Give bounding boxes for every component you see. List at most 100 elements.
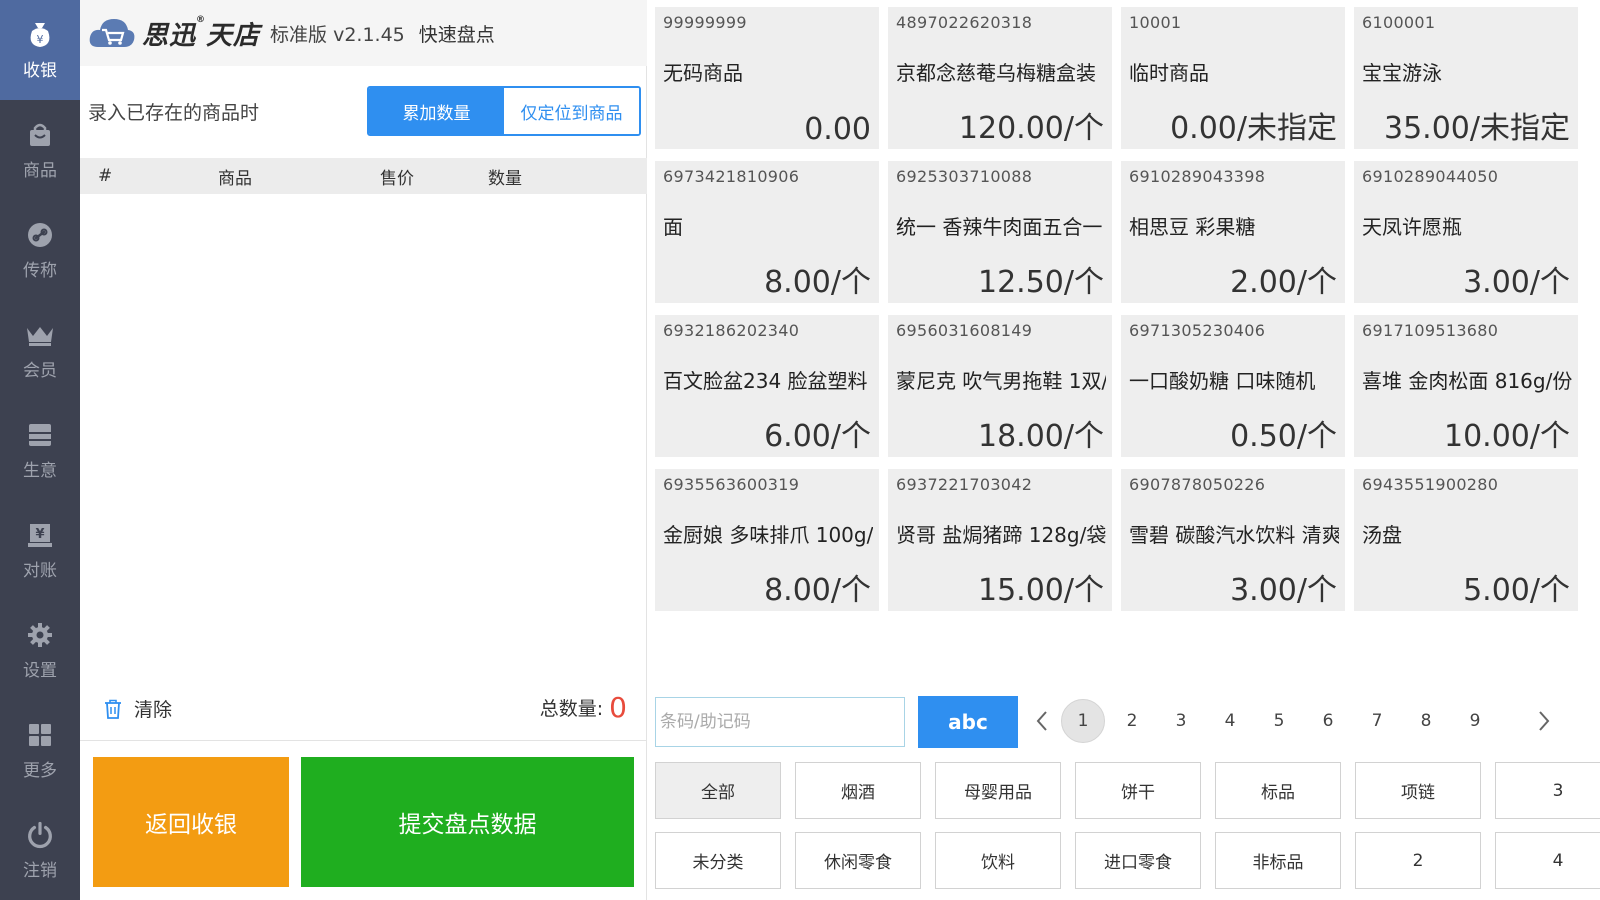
product-card[interactable]: 6935563600319 金厨娘 多味排爪 100g/8.00/个 <box>655 469 879 611</box>
product-code: 6937221703042 <box>896 475 1033 494</box>
page-button[interactable]: 1 <box>1061 699 1105 743</box>
category-button[interactable]: 烟酒 <box>795 762 921 819</box>
product-price: 120.00/个 <box>958 111 1104 146</box>
product-card[interactable]: 10001 临时商品 0.00/未指定 <box>1121 7 1345 149</box>
product-picker: 99999999 无码商品 0.00 4897022620318 京都念慈菴乌梅糖盒装 1… <box>647 0 1600 900</box>
product-price: 6.00/个 <box>764 419 871 454</box>
product-card[interactable]: 6917109513680 喜堆 金肉松面 816g/份 10.00/个 <box>1354 315 1578 457</box>
product-name: 宝宝游泳 <box>1362 61 1442 85</box>
entry-mode-row: 录入已存在的商品时 累加数量 仅定位到商品 <box>88 86 641 136</box>
category-button[interactable]: 母婴用品 <box>935 762 1061 819</box>
keyboard-abc-button[interactable]: abc <box>918 696 1018 748</box>
category-button[interactable]: 项链 <box>1355 762 1481 819</box>
product-card[interactable]: 6910289044050 天凤许愿瓶 3.00/个 <box>1354 161 1578 303</box>
sidebar-item-label: 对账 <box>23 560 57 581</box>
sidebar-item-reconcile[interactable]: ¥ 对账 <box>0 500 80 600</box>
page-button[interactable]: 5 <box>1257 699 1301 743</box>
clear-button[interactable]: 清除 <box>102 695 172 722</box>
product-name: 喜堆 金肉松面 816g/份 <box>1362 369 1572 393</box>
total-label: 总数量: <box>539 698 604 720</box>
entry-mode-toggle: 累加数量 仅定位到商品 <box>367 86 641 136</box>
product-card[interactable]: 6925303710088 统一 香辣牛肉面五合一 12.50/个 <box>888 161 1112 303</box>
page-title: 快速盘点 <box>418 23 495 46</box>
category-button[interactable]: 进口零食 <box>1075 832 1201 889</box>
product-name: 雪碧 碳酸汽水饮料 清爽 <box>1129 523 1339 547</box>
product-card[interactable]: 6910289043398 相思豆 彩果糖 2.00/个 <box>1121 161 1345 303</box>
product-card[interactable]: 6932186202340 百文脸盆234 脸盆塑料 6.00/个 <box>655 315 879 457</box>
sidebar-item-scale[interactable]: 传称 <box>0 200 80 300</box>
product-card[interactable]: 6100001 宝宝游泳 35.00/未指定 <box>1354 7 1578 149</box>
page-button[interactable]: 8 <box>1404 699 1448 743</box>
product-price: 5.00/个 <box>1463 573 1570 608</box>
product-price: 2.00/个 <box>1230 265 1337 300</box>
category-button[interactable]: 标品 <box>1215 762 1341 819</box>
sidebar-item-label: 生意 <box>23 460 57 481</box>
total-quantity: 总数量: 0 <box>540 691 627 724</box>
category-button[interactable]: 4 <box>1495 832 1600 889</box>
category-button[interactable]: 饼干 <box>1075 762 1201 819</box>
sidebar-item-cashier[interactable]: ¥ 收银 <box>0 0 80 100</box>
category-button[interactable]: 全部 <box>655 762 781 819</box>
category-button[interactable]: 非标品 <box>1215 832 1341 889</box>
product-card[interactable]: 6973421810906 面 8.00/个 <box>655 161 879 303</box>
product-code: 6910289044050 <box>1362 167 1499 186</box>
product-name: 一口酸奶糖 口味随机 <box>1129 369 1316 393</box>
business-book-icon <box>25 420 55 450</box>
category-button[interactable]: 3 <box>1495 762 1600 819</box>
next-page-chevron-icon[interactable] <box>1529 699 1559 743</box>
page-button[interactable]: 3 <box>1159 699 1203 743</box>
page-button[interactable]: 6 <box>1306 699 1350 743</box>
product-code: 6971305230406 <box>1129 321 1266 340</box>
sidebar-item-logout[interactable]: 注销 <box>0 800 80 900</box>
sidebar-item-products[interactable]: 商品 <box>0 100 80 200</box>
page-button[interactable]: 7 <box>1355 699 1399 743</box>
submit-stocktake-button[interactable]: 提交盘点数据 <box>301 757 634 887</box>
product-price: 12.50/个 <box>978 265 1104 300</box>
barcode-search-input[interactable] <box>655 697 905 747</box>
product-code: 6100001 <box>1362 13 1436 32</box>
product-code: 6935563600319 <box>663 475 800 494</box>
cart-cloud-logo-icon <box>88 13 136 53</box>
product-name: 临时商品 <box>1129 61 1209 85</box>
product-name: 贤哥 盐焗猪蹄 128g/袋 <box>896 523 1106 547</box>
sidebar-item-settings[interactable]: 设置 <box>0 600 80 700</box>
product-price: 10.00/个 <box>1444 419 1570 454</box>
stocktake-table-header: # 商品 售价 数量 <box>80 158 647 194</box>
category-button[interactable]: 未分类 <box>655 832 781 889</box>
product-name: 汤盘 <box>1362 523 1402 547</box>
sidebar-item-business[interactable]: 生意 <box>0 400 80 500</box>
product-card[interactable]: 6971305230406 一口酸奶糖 口味随机 0.50/个 <box>1121 315 1345 457</box>
col-index: # <box>98 166 113 186</box>
product-card[interactable]: 6943551900280 汤盘 5.00/个 <box>1354 469 1578 611</box>
trash-icon <box>102 698 124 720</box>
page-button[interactable]: 9 <box>1453 699 1497 743</box>
product-code: 6925303710088 <box>896 167 1033 186</box>
product-card[interactable]: 6907878050226 雪碧 碳酸汽水饮料 清爽 3.00/个 <box>1121 469 1345 611</box>
locate-only-option[interactable]: 仅定位到商品 <box>504 88 639 134</box>
product-code: 99999999 <box>663 13 747 32</box>
entry-mode-prompt: 录入已存在的商品时 <box>88 101 260 124</box>
product-card[interactable]: 6956031608149 蒙尼克 吹气男拖鞋 1双/18.00/个 <box>888 315 1112 457</box>
product-card[interactable]: 4897022620318 京都念慈菴乌梅糖盒装 120.00/个 <box>888 7 1112 149</box>
category-button[interactable]: 饮料 <box>935 832 1061 889</box>
product-code: 6943551900280 <box>1362 475 1499 494</box>
col-product: 商品 <box>218 168 252 189</box>
prev-page-chevron-icon[interactable] <box>1027 699 1057 743</box>
product-card[interactable]: 99999999 无码商品 0.00 <box>655 7 879 149</box>
sidebar-item-members[interactable]: 会员 <box>0 300 80 400</box>
page-button[interactable]: 2 <box>1110 699 1154 743</box>
product-name: 无码商品 <box>663 61 743 85</box>
accumulate-qty-option[interactable]: 累加数量 <box>369 88 504 134</box>
category-button[interactable]: 2 <box>1355 832 1481 889</box>
sidebar-item-label: 传称 <box>23 260 57 281</box>
product-code: 6932186202340 <box>663 321 800 340</box>
product-price: 8.00/个 <box>764 265 871 300</box>
sidebar-item-more[interactable]: 更多 <box>0 700 80 800</box>
product-price: 3.00/个 <box>1463 265 1570 300</box>
category-button[interactable]: 休闲零食 <box>795 832 921 889</box>
page-button[interactable]: 4 <box>1208 699 1252 743</box>
return-to-cashier-button[interactable]: 返回收银 <box>93 757 289 887</box>
product-card[interactable]: 6937221703042 贤哥 盐焗猪蹄 128g/袋 15.00/个 <box>888 469 1112 611</box>
product-code: 4897022620318 <box>896 13 1033 32</box>
product-name: 统一 香辣牛肉面五合一 <box>896 215 1103 239</box>
